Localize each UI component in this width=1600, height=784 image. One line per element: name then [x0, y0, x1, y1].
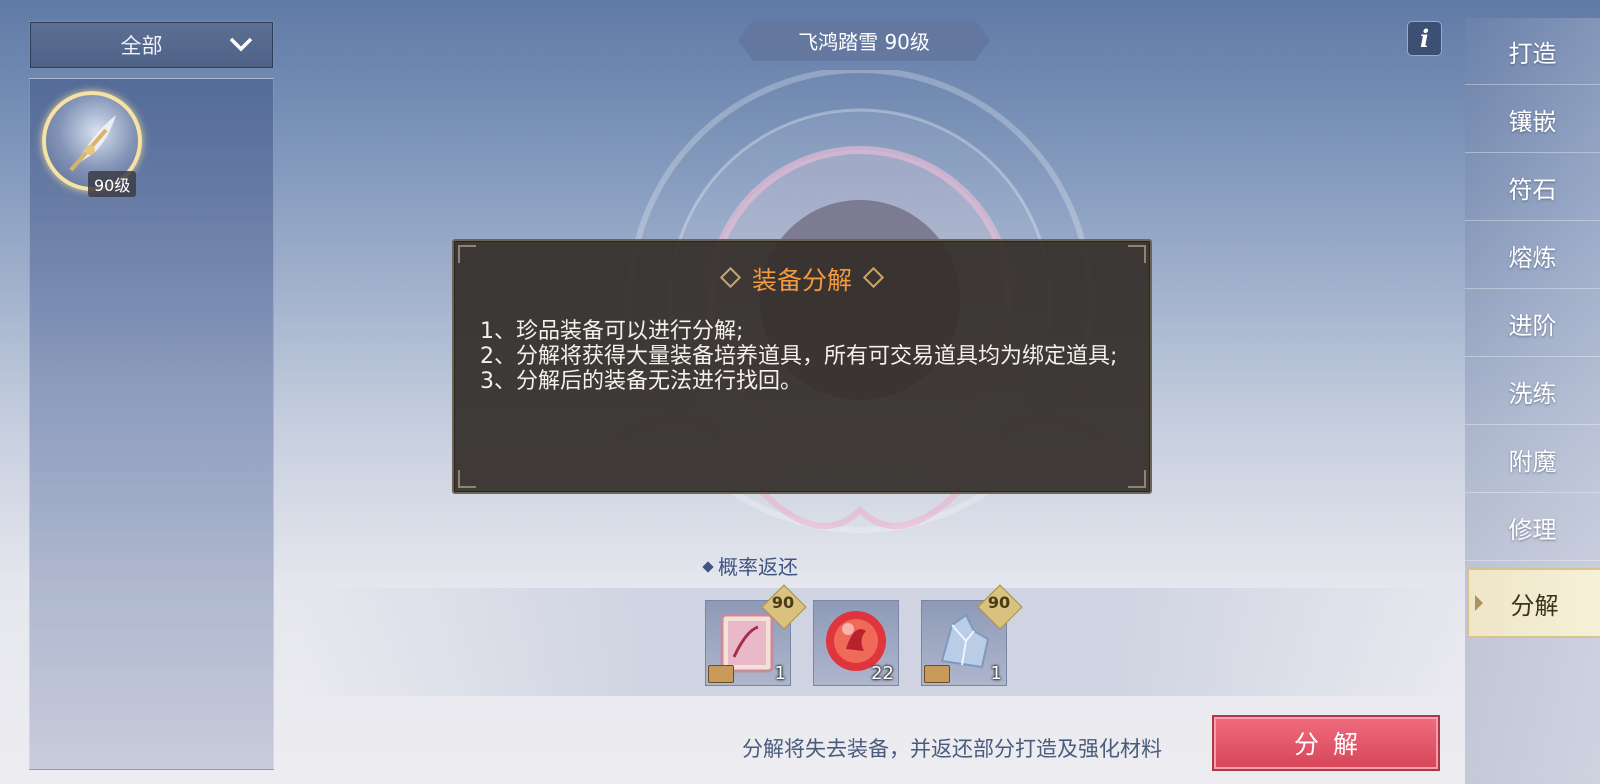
dialog-body: 1、珍品装备可以进行分解; 2、分解将获得大量装备培养道具，所有可交易道具均为绑…: [480, 319, 1130, 394]
nav-item-decompose[interactable]: 分解: [1467, 568, 1600, 638]
nav-item-advance[interactable]: 进阶: [1465, 290, 1600, 357]
chevron-down-icon: [229, 37, 253, 52]
dialog-title: 装备分解: [454, 261, 1150, 297]
diamond-icon: [862, 266, 885, 289]
dialog-title-text: 装备分解: [751, 266, 852, 295]
level-text: 90: [771, 593, 795, 612]
corner-ornament: [1128, 470, 1146, 488]
item-quantity: 22: [871, 663, 894, 684]
reward-slot-scroll[interactable]: 90 1: [705, 584, 807, 686]
bound-lock-icon: [924, 665, 950, 683]
bound-lock-icon: [708, 665, 734, 683]
equipment-level-badge: 90级: [88, 171, 137, 197]
nav-item-enchant[interactable]: 附魔: [1465, 426, 1600, 493]
nav-item-refine[interactable]: 洗练: [1465, 358, 1600, 425]
diamond-icon: [719, 266, 742, 289]
nav-item-label: 分解: [1510, 591, 1559, 620]
info-button[interactable]: i: [1407, 21, 1442, 56]
equipment-list: 90级: [29, 78, 274, 770]
nav-item-inlay[interactable]: 镶嵌: [1465, 86, 1600, 153]
level-text: 90: [987, 593, 1011, 612]
equipment-item[interactable]: 90级: [30, 79, 150, 199]
item-quantity: 1: [774, 663, 786, 684]
decompose-note: 分解将失去装备，并返还部分打造及强化材料: [742, 737, 1162, 761]
item-quantity: 1: [990, 663, 1002, 684]
equipment-title: 飞鸿踏雪 90级: [738, 19, 990, 61]
active-arrow-icon: [1475, 595, 1483, 611]
decompose-info-dialog: 装备分解 1、珍品装备可以进行分解; 2、分解将获得大量装备培养道具，所有可交易…: [452, 239, 1152, 494]
corner-ornament: [458, 470, 476, 488]
dialog-line: 2、分解将获得大量装备培养道具，所有可交易道具均为绑定道具;: [480, 344, 1118, 369]
nav-item-repair[interactable]: 修理: [1465, 494, 1600, 561]
dialog-line: 1、珍品装备可以进行分解;: [480, 319, 744, 344]
filter-label: 全部: [120, 34, 163, 58]
nav-item-forge[interactable]: 打造: [1465, 18, 1600, 85]
reward-slot-orb[interactable]: 22: [813, 600, 899, 686]
right-nav: 打造 镶嵌 符石 熔炼 进阶 洗练 附魔 修理 分解: [1465, 18, 1600, 784]
decompose-button[interactable]: 分解: [1214, 717, 1438, 769]
dialog-line: 3、分解后的装备无法进行找回。: [480, 369, 802, 394]
category-filter-dropdown[interactable]: 全部: [29, 21, 274, 69]
reward-slot-crystal[interactable]: 90 1: [921, 584, 1023, 686]
returns-label: 概率返还: [702, 551, 798, 580]
diamond-icon: [702, 561, 714, 573]
nav-item-smelt[interactable]: 熔炼: [1465, 222, 1600, 289]
nav-item-rune[interactable]: 符石: [1465, 154, 1600, 221]
